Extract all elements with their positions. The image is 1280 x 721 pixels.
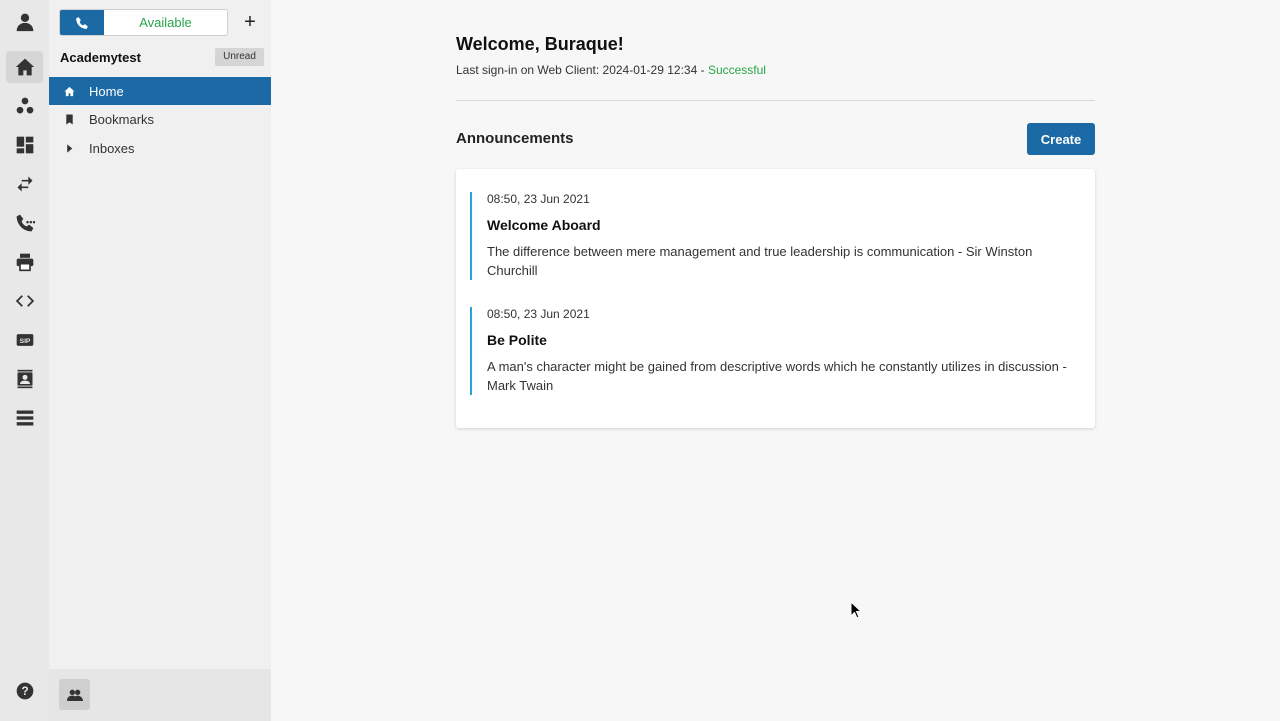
announcement-title: Welcome Aboard <box>487 217 601 233</box>
bookmark-icon <box>49 113 89 125</box>
sidebar-footer <box>49 669 271 721</box>
call-log-icon[interactable] <box>6 207 43 239</box>
announcement-body: The difference between mere management a… <box>487 244 1033 278</box>
last-signin: Last sign-in on Web Client: 2024-01-29 1… <box>456 63 766 77</box>
home-icon[interactable] <box>6 51 43 83</box>
sidebar-item-home[interactable]: Home <box>49 77 271 105</box>
code-icon[interactable] <box>6 285 43 317</box>
transfer-icon[interactable] <box>6 168 43 200</box>
sip-icon[interactable]: SIP <box>6 324 43 356</box>
create-button[interactable]: Create <box>1027 123 1095 155</box>
signin-status: Successful <box>707 63 766 77</box>
sidebar-item-bookmarks[interactable]: Bookmarks <box>49 105 271 133</box>
mouse-cursor-icon <box>850 601 862 619</box>
list-icon[interactable] <box>6 402 43 434</box>
page-title: Welcome, Buraque! <box>456 34 624 54</box>
phone-icon[interactable] <box>60 10 104 35</box>
icon-rail: SIP ? <box>0 0 49 721</box>
sidebar-item-label: Home <box>89 83 124 99</box>
sidebar-item-label: Inboxes <box>89 140 135 156</box>
chevron-right-icon[interactable] <box>49 143 89 154</box>
dashboard-icon[interactable] <box>6 129 43 161</box>
help-icon[interactable]: ? <box>6 675 43 707</box>
sidebar-item-inboxes[interactable]: Inboxes <box>49 134 271 162</box>
sidebar: Available + Academytest Unread Home Book… <box>49 0 271 721</box>
announcement-date: 08:50, 23 Jun 2021 <box>487 307 590 321</box>
presence-status[interactable]: Available <box>104 10 227 35</box>
team-icon[interactable] <box>59 679 90 710</box>
announcement-title: Be Polite <box>487 332 547 348</box>
unread-button[interactable]: Unread <box>215 48 264 66</box>
svg-text:SIP: SIP <box>19 338 30 345</box>
announcement-date: 08:50, 23 Jun 2021 <box>487 192 590 206</box>
org-name: Academytest <box>60 50 141 65</box>
add-icon[interactable]: + <box>239 11 261 33</box>
announcements-card: 08:50, 23 Jun 2021 Welcome Aboard The di… <box>456 169 1095 428</box>
signin-text: Last sign-in on Web Client: 2024-01-29 1… <box>456 63 708 77</box>
divider <box>456 100 1095 101</box>
announcement-body: A man's character might be gained from d… <box>487 359 1067 393</box>
printer-icon[interactable] <box>6 246 43 278</box>
svg-text:?: ? <box>21 685 28 698</box>
sidebar-item-label: Bookmarks <box>89 111 155 127</box>
user-icon[interactable] <box>6 6 43 38</box>
announcements-title: Announcements <box>456 130 574 147</box>
presence-selector[interactable]: Available <box>59 9 228 36</box>
announcement-item[interactable]: 08:50, 23 Jun 2021 Be Polite A man's cha… <box>470 307 1080 395</box>
address-book-icon[interactable] <box>6 363 43 395</box>
contacts-icon[interactable] <box>6 90 43 122</box>
home-icon <box>49 86 89 97</box>
announcement-item[interactable]: 08:50, 23 Jun 2021 Welcome Aboard The di… <box>470 192 1080 280</box>
